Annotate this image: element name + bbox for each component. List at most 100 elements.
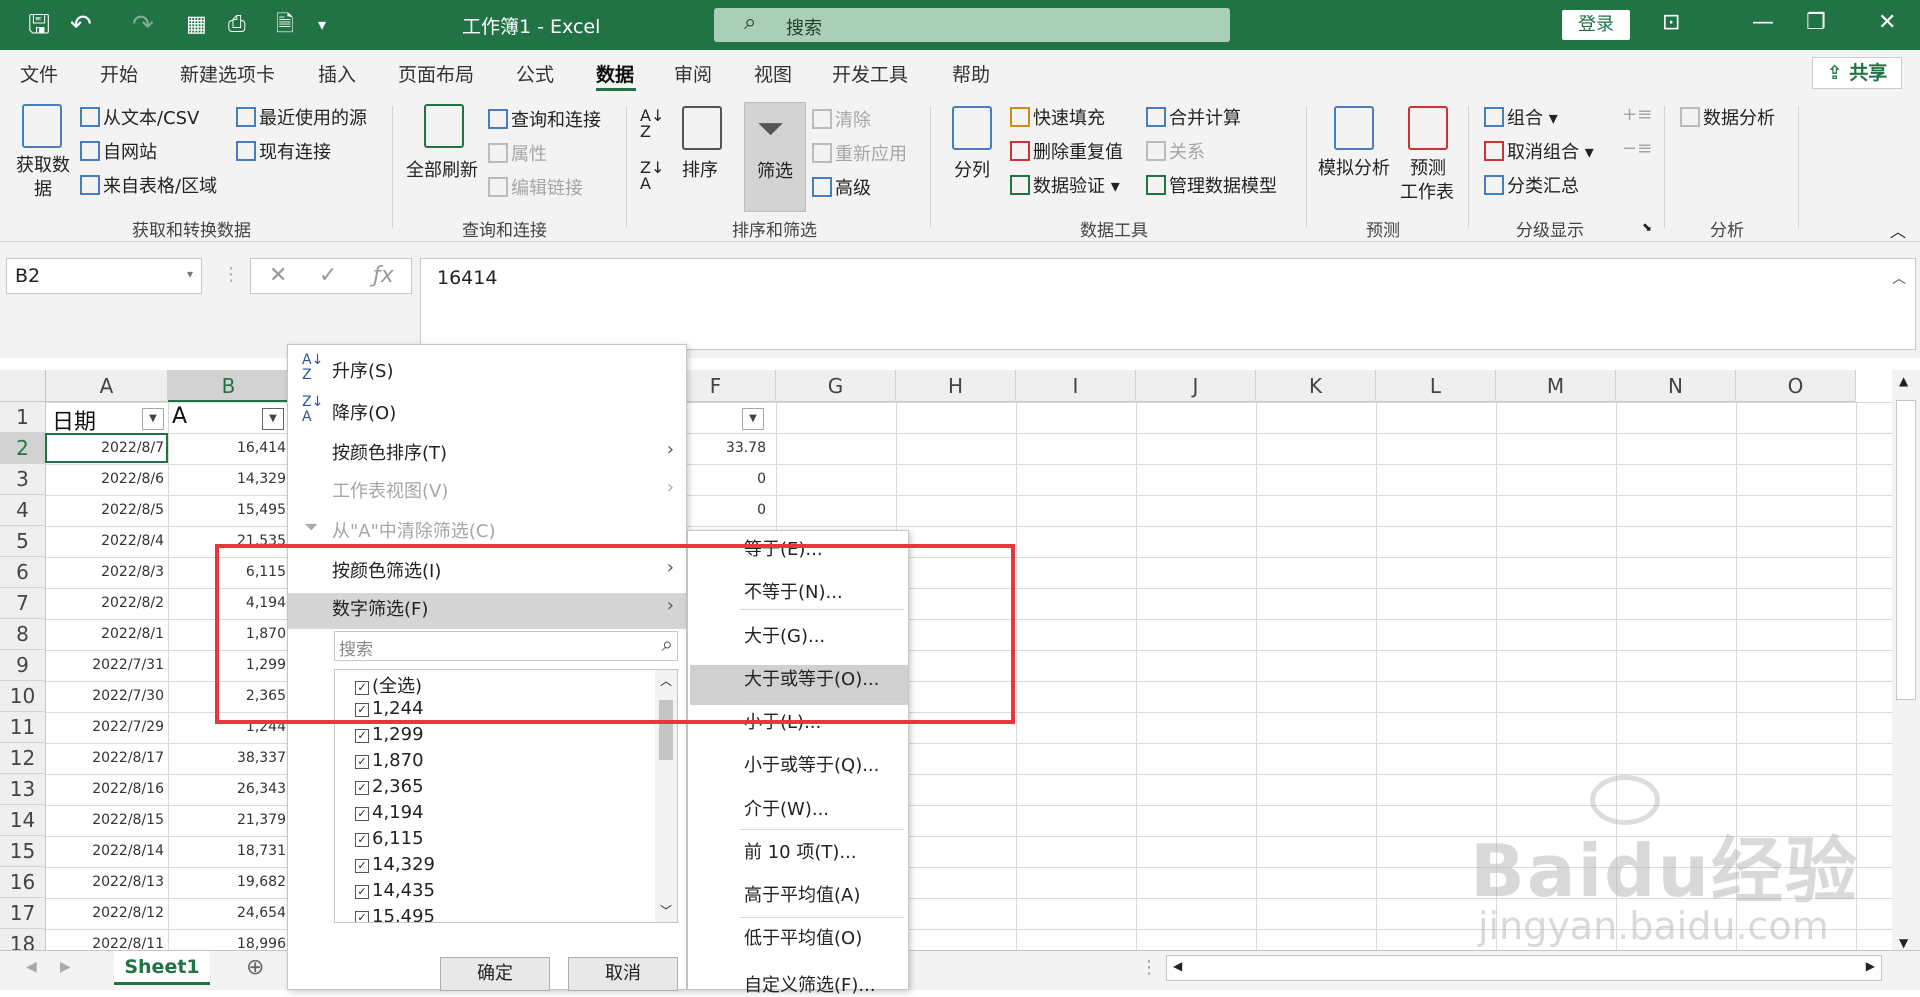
- value-cell[interactable]: 15,495: [172, 502, 286, 518]
- column-header-k[interactable]: K: [1256, 370, 1376, 402]
- submenu-item[interactable]: 低于平均值(O): [744, 924, 862, 950]
- tab-insert[interactable]: 插入: [318, 60, 356, 87]
- value-cell[interactable]: 18,731: [172, 843, 286, 859]
- from-table-button[interactable]: 来自表格/区域: [80, 172, 217, 198]
- checkbox-icon[interactable]: ✓: [355, 755, 369, 769]
- tab-new[interactable]: 新建选项卡: [180, 60, 275, 87]
- value-cell[interactable]: 14,329: [172, 471, 286, 487]
- tab-review[interactable]: 审阅: [674, 60, 712, 87]
- date-cell[interactable]: 2022/8/12: [50, 905, 164, 921]
- filter-dropdown-b[interactable]: ▼: [262, 408, 284, 430]
- filter-list-item[interactable]: ✓ 1,299: [355, 724, 424, 745]
- tab-home[interactable]: 开始: [100, 60, 138, 87]
- cancel-button[interactable]: 取消: [568, 957, 678, 991]
- date-cell[interactable]: 2022/7/30: [50, 688, 164, 704]
- sort-by-color-item[interactable]: 按颜色排序(T): [332, 439, 447, 465]
- date-cell[interactable]: 2022/8/14: [50, 843, 164, 859]
- ribbon-display-icon[interactable]: ⊡: [1662, 10, 1680, 35]
- submenu-item[interactable]: 高于平均值(A): [744, 881, 860, 907]
- minimize-icon[interactable]: —: [1752, 10, 1774, 35]
- next-sheet-icon[interactable]: ▶: [60, 959, 71, 975]
- login-button[interactable]: 登录: [1562, 10, 1630, 40]
- column-header-j[interactable]: J: [1136, 370, 1256, 402]
- cancel-icon[interactable]: ✕: [269, 263, 287, 288]
- row-header-17[interactable]: 17: [0, 898, 46, 929]
- forecast-sheet-button[interactable]: 预测: [1410, 154, 1446, 180]
- value-cell[interactable]: 19,682: [172, 874, 286, 890]
- scroll-down-icon[interactable]: ▼: [1899, 936, 1908, 950]
- sort-za-icon[interactable]: Z↓ A: [640, 160, 664, 192]
- document-icon[interactable]: 🗎: [276, 10, 294, 40]
- value-cell[interactable]: 38,337: [172, 750, 286, 766]
- value-cell[interactable]: 16,414: [172, 440, 286, 456]
- row-header-4[interactable]: 4: [0, 495, 46, 526]
- filter-list-item[interactable]: ✓ 15,495: [355, 906, 435, 922]
- date-cell[interactable]: 2022/8/17: [50, 750, 164, 766]
- show-detail-icon[interactable]: +≡: [1622, 104, 1652, 125]
- formula-input[interactable]: 16414: [420, 258, 1916, 350]
- clear-button[interactable]: 清除: [812, 106, 871, 132]
- refresh-all-button[interactable]: 全部刷新: [406, 156, 478, 182]
- submenu-item[interactable]: 介于(W)...: [744, 795, 829, 821]
- filter-list-item[interactable]: ✓ 6,115: [355, 828, 424, 849]
- manage-data-model-button[interactable]: 管理数据模型: [1146, 172, 1277, 198]
- scroll-down-icon[interactable]: ﹀: [660, 902, 672, 919]
- ok-button[interactable]: 确定: [440, 957, 550, 991]
- dialog-launcher-icon[interactable]: ⬊: [1642, 220, 1652, 234]
- filter-list-item[interactable]: ✓ 1,870: [355, 750, 424, 771]
- customize-qat-icon[interactable]: ▾: [318, 10, 326, 40]
- form-icon[interactable]: ▦: [186, 10, 207, 40]
- date-cell[interactable]: 2022/8/3: [50, 564, 164, 580]
- collapse-ribbon-icon[interactable]: ︿: [1890, 218, 1906, 242]
- date-cell[interactable]: 2022/8/16: [50, 781, 164, 797]
- date-cell[interactable]: 2022/7/29: [50, 719, 164, 735]
- print-icon[interactable]: ⎙: [228, 10, 246, 40]
- subtotal-button[interactable]: 分类汇总: [1484, 172, 1579, 198]
- row-header-8[interactable]: 8: [0, 619, 46, 650]
- scroll-left-icon[interactable]: ◀: [1173, 959, 1182, 973]
- row-header-11[interactable]: 11: [0, 712, 46, 743]
- sort-descending-item[interactable]: 降序(O): [332, 399, 396, 425]
- sort-az-icon[interactable]: A↓ Z: [640, 108, 664, 140]
- row-header-13[interactable]: 13: [0, 774, 46, 805]
- close-icon[interactable]: ✕: [1878, 10, 1896, 35]
- column-header-a[interactable]: A: [46, 370, 168, 402]
- remove-duplicates-button[interactable]: 删除重复值: [1010, 138, 1123, 164]
- submenu-item[interactable]: 前 10 项(T)...: [744, 838, 857, 864]
- redo-icon[interactable]: ↷: [132, 10, 154, 40]
- vertical-scrollbar[interactable]: ▲ ▼: [1892, 370, 1920, 950]
- function-icon[interactable]: ƒx: [373, 263, 394, 288]
- checkbox-icon[interactable]: ✓: [355, 859, 369, 873]
- row-header-16[interactable]: 16: [0, 867, 46, 898]
- horizontal-scrollbar[interactable]: ◀ ▶: [1166, 955, 1882, 981]
- filter-list-item[interactable]: ✓ 4,194: [355, 802, 424, 823]
- data-validation-button[interactable]: 数据验证 ▾: [1010, 172, 1120, 198]
- undo-icon[interactable]: ↶: [70, 10, 92, 40]
- restore-icon[interactable]: ❐: [1806, 10, 1826, 35]
- tab-help[interactable]: 帮助: [952, 60, 990, 87]
- hide-detail-icon[interactable]: −≡: [1622, 138, 1652, 159]
- value-cell[interactable]: 26,343: [172, 781, 286, 797]
- tab-view[interactable]: 视图: [754, 60, 792, 87]
- date-cell[interactable]: 2022/8/5: [50, 502, 164, 518]
- what-if-button[interactable]: 模拟分析: [1318, 154, 1390, 180]
- column-header-g[interactable]: G: [776, 370, 896, 402]
- column-header-b[interactable]: B: [168, 370, 290, 402]
- queries-connections-button[interactable]: 查询和连接: [488, 106, 601, 132]
- edit-links-button[interactable]: 编辑链接: [488, 174, 583, 200]
- collapse-formula-icon[interactable]: ︿: [1892, 268, 1906, 288]
- row-header-7[interactable]: 7: [0, 588, 46, 619]
- sheet-tab-sheet1[interactable]: Sheet1: [114, 951, 210, 985]
- filter-button[interactable]: ⏷ 筛选: [744, 102, 806, 212]
- column-header-i[interactable]: I: [1016, 370, 1136, 402]
- checkbox-icon[interactable]: ✓: [355, 833, 369, 847]
- value-cell[interactable]: 21,379: [172, 812, 286, 828]
- filter-list-item[interactable]: ✓ 14,329: [355, 854, 435, 875]
- row-header-6[interactable]: 6: [0, 557, 46, 588]
- date-cell[interactable]: 2022/8/15: [50, 812, 164, 828]
- existing-connections-button[interactable]: 现有连接: [236, 138, 331, 164]
- tab-page-layout[interactable]: 页面布局: [398, 60, 474, 87]
- scroll-right-icon[interactable]: ▶: [1866, 959, 1875, 973]
- from-text-csv-button[interactable]: 从文本/CSV: [80, 104, 199, 130]
- column-header-n[interactable]: N: [1616, 370, 1736, 402]
